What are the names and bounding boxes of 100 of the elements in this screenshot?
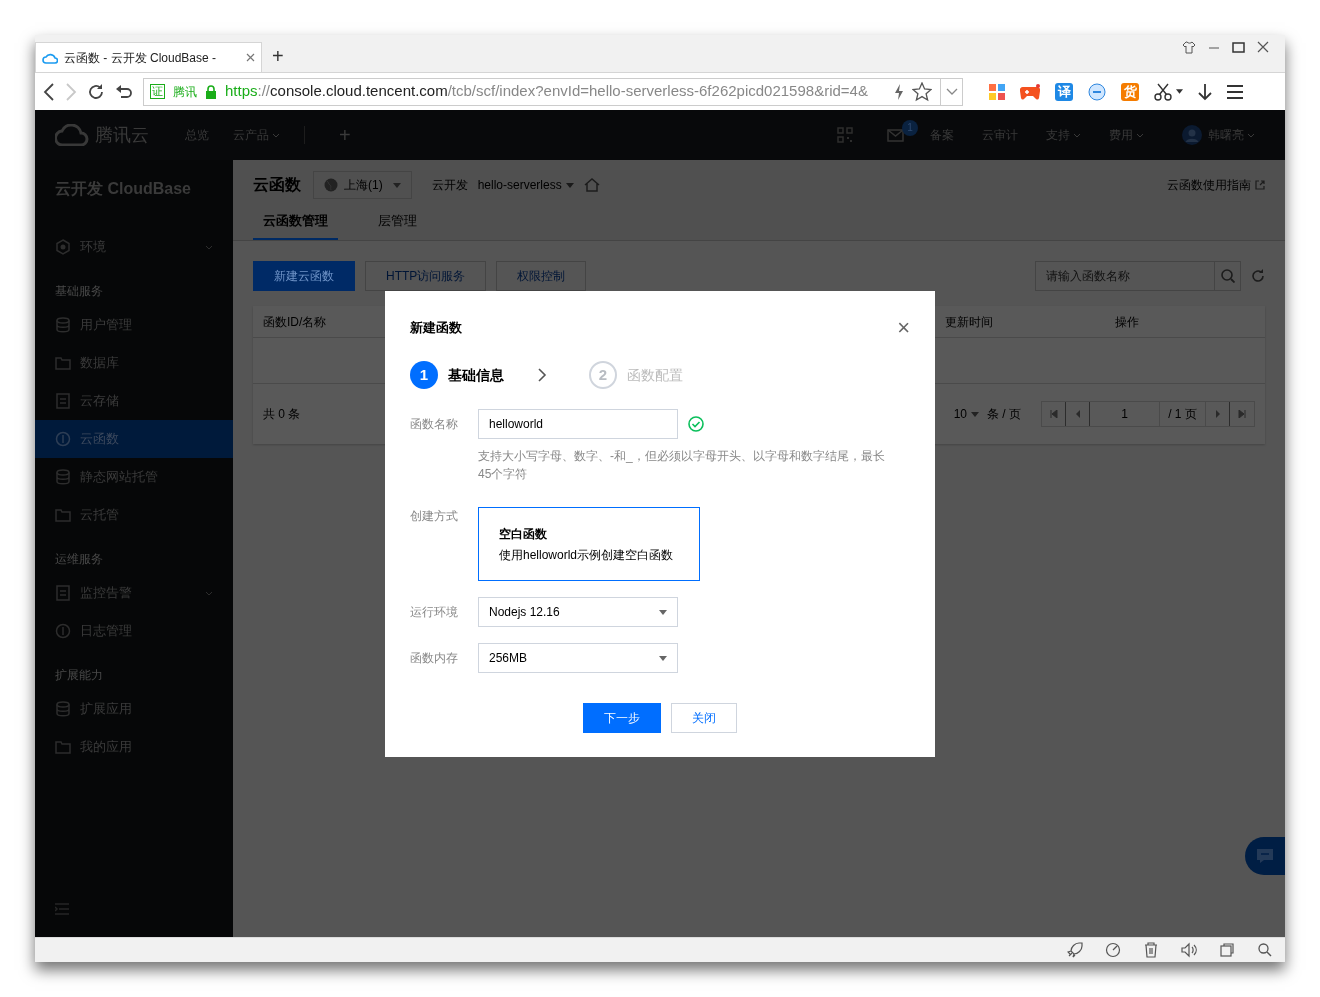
scissors-icon[interactable]: [1154, 82, 1172, 101]
sidebar-group-title: 扩展能力: [54, 667, 104, 684]
tab-title: 云函数 - 云开发 CloudBase -: [64, 49, 217, 67]
back-icon[interactable]: [43, 82, 55, 101]
star-icon[interactable]: [912, 81, 932, 102]
menu-item-icon: [55, 739, 71, 755]
toolbar-button[interactable]: 权限控制: [496, 261, 587, 291]
env-label: 云开发: [431, 177, 468, 194]
sidebar-group-title: 基础服务: [54, 283, 104, 300]
external-link-icon: [1255, 180, 1265, 190]
minus-circle-icon[interactable]: [1088, 82, 1106, 101]
new-tab-button[interactable]: +: [272, 42, 284, 70]
option-title: 空白函数: [499, 526, 548, 543]
next-page-icon: [1213, 410, 1222, 418]
chevron-right-icon: [538, 368, 547, 382]
page-size-select[interactable]: 10: [953, 405, 979, 423]
name-input[interactable]: helloworld: [478, 409, 678, 439]
dropdown[interactable]: 256MB: [478, 643, 678, 673]
menu-item-icon: [55, 317, 71, 333]
page-total: / 1 页: [1160, 402, 1206, 426]
browser-tab[interactable]: 云函数 - 云开发 CloudBase -: [35, 42, 262, 72]
search-field[interactable]: 请输入函数名称: [1035, 261, 1215, 291]
menu-icon[interactable]: [1227, 84, 1243, 99]
chevron-down-icon: [945, 88, 958, 95]
grid-icon[interactable]: [989, 83, 1005, 100]
extension-icon[interactable]: 货: [1121, 82, 1139, 101]
add-button[interactable]: +: [339, 120, 351, 150]
reload-icon[interactable]: [87, 82, 105, 101]
caret-icon: [1176, 89, 1183, 94]
column-header: 更新时间: [945, 314, 993, 329]
tab[interactable]: 层管理: [368, 210, 427, 240]
field-label: 创建方式: [410, 508, 459, 525]
globe-icon: [324, 178, 338, 192]
total-count: 共 0 条: [263, 406, 302, 423]
gamepad-icon[interactable]: [1020, 83, 1040, 100]
field-label: 运行环境: [410, 604, 459, 621]
lock-icon: [205, 84, 217, 99]
home-icon[interactable]: [583, 178, 600, 192]
shirt-icon[interactable]: [1182, 41, 1196, 54]
menu-item-icon: [55, 239, 71, 255]
step-label: 函数配置: [627, 365, 683, 385]
certificate-label: 腾讯: [173, 83, 197, 101]
menu-item-icon: [55, 701, 71, 717]
page-input[interactable]: 1: [1090, 402, 1160, 426]
refresh-icon[interactable]: [1251, 269, 1265, 283]
chevron-down-icon: [1247, 132, 1255, 138]
menu-item-icon: [55, 585, 71, 601]
maximize-icon[interactable]: [1232, 41, 1245, 54]
search-icon[interactable]: [1257, 942, 1273, 958]
column-header: 函数ID/名称: [263, 314, 327, 329]
first-page-icon: [1049, 410, 1058, 418]
chat-button[interactable]: [1245, 837, 1285, 875]
menu-item-icon: [55, 623, 71, 639]
close-button[interactable]: ×: [897, 317, 910, 339]
trash-icon[interactable]: [1143, 942, 1159, 958]
last-page-icon: [1238, 410, 1246, 418]
url-text: https://console.cloud.tencent.com/tcb/scf/index?envId=hello-serverless-6f262picd021598&rid=4&: [225, 81, 868, 102]
rocket-icon[interactable]: [1067, 942, 1083, 958]
address-bar[interactable]: 证 腾讯 https://console.cloud.tencent.com/tcb/scf/index?envId=hello-serverless-6f262picd021598&rid=4&: [143, 77, 963, 106]
caret-icon: [659, 655, 667, 661]
env-select[interactable]: hello-serverless: [477, 176, 574, 194]
caret-icon: [392, 182, 401, 188]
download-icon[interactable]: [1198, 82, 1212, 101]
sidebar-group-title: 运维服务: [54, 551, 104, 568]
dialog-button[interactable]: 关闭: [671, 703, 737, 733]
forward-icon: [65, 82, 77, 101]
dialog-title: 新建函数: [410, 319, 462, 338]
speaker-icon[interactable]: [1181, 942, 1197, 958]
option-card[interactable]: 空白函数 使用helloworld示例创建空白函数: [478, 507, 700, 581]
page-title: 云函数: [253, 175, 301, 195]
toolbar-button[interactable]: 新建云函数: [253, 261, 355, 291]
window-icon[interactable]: [1219, 942, 1235, 958]
help-text: 支持大小写字母、数字、-和_，但必须以字母开头、以字母和数字结尾，最长45个字符: [478, 448, 886, 483]
cloud-icon: [42, 51, 58, 64]
cloud-logo-icon: [55, 124, 89, 146]
close-icon[interactable]: [1257, 41, 1269, 54]
undo-icon[interactable]: [115, 82, 133, 101]
chat-icon: [1256, 848, 1274, 864]
search-icon: [1220, 269, 1235, 283]
certificate-badge: 证: [150, 84, 165, 99]
step-number: 1: [410, 361, 438, 389]
extension-icon[interactable]: 译: [1055, 82, 1073, 101]
menu-item-icon: [55, 431, 71, 447]
dialog-button[interactable]: 下一步: [583, 703, 661, 733]
dropdown[interactable]: Nodejs 12.16: [478, 597, 678, 627]
caret-icon: [565, 182, 574, 188]
lightning-icon[interactable]: [894, 83, 904, 100]
caret-icon: [971, 411, 979, 417]
search-button[interactable]: [1215, 261, 1241, 291]
caret-icon: [659, 609, 667, 615]
guide-link[interactable]: 云函数使用指南: [1167, 176, 1265, 194]
tab[interactable]: 云函数管理: [253, 210, 338, 240]
page-size-label: 条 / 页: [987, 406, 1021, 423]
speedometer-icon[interactable]: [1105, 942, 1121, 958]
sidebar-item[interactable]: 云函数: [35, 420, 233, 458]
menu-item-icon: [55, 507, 71, 523]
menu-item-icon: [55, 469, 71, 485]
toolbar-button[interactable]: HTTP访问服务: [365, 261, 487, 291]
menu-item-icon: [55, 355, 71, 371]
close-icon[interactable]: [246, 53, 255, 62]
